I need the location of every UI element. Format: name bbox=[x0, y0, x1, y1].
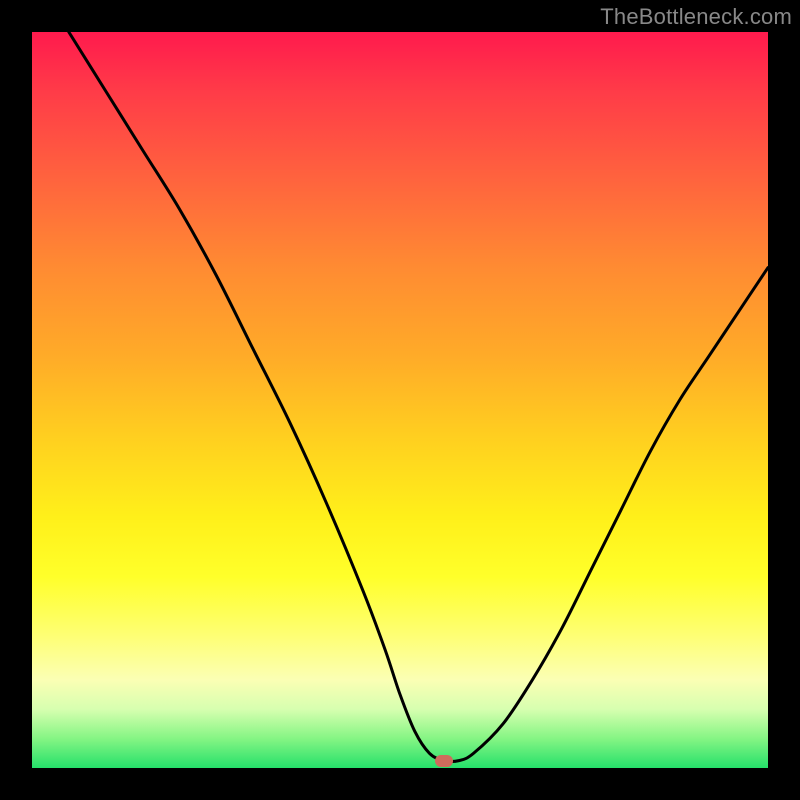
min-point-marker bbox=[435, 755, 453, 767]
chart-frame: TheBottleneck.com bbox=[0, 0, 800, 800]
bottleneck-curve bbox=[32, 32, 768, 768]
attribution-label: TheBottleneck.com bbox=[600, 4, 792, 30]
plot-area bbox=[32, 32, 768, 768]
